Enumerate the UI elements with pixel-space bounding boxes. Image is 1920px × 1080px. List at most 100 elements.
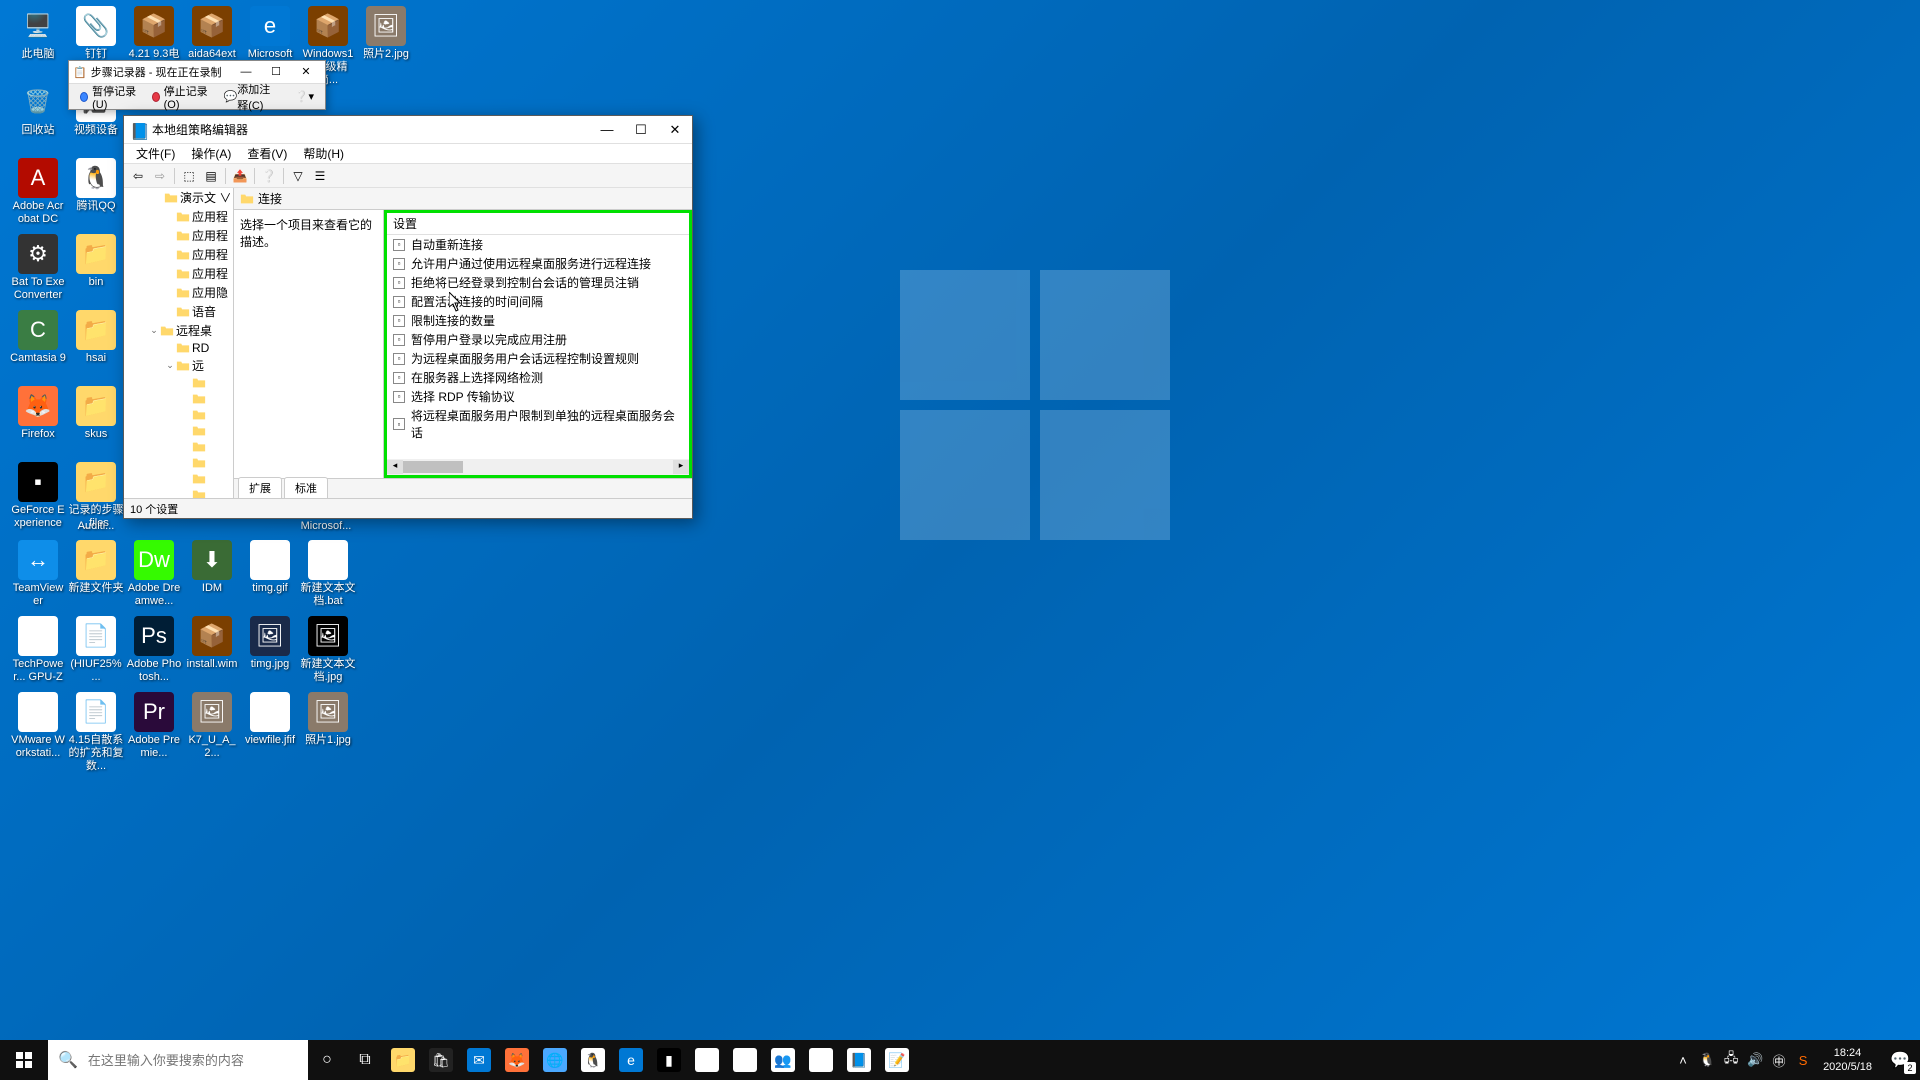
- policy-setting-item[interactable]: ▫暂停用户登录以完成应用注册: [387, 330, 689, 349]
- policy-setting-item[interactable]: ▫为远程桌面服务用户会话远程控制设置规则: [387, 349, 689, 368]
- desktop-icon[interactable]: 📄4.15自散系的扩充和复数...: [68, 692, 124, 773]
- policy-setting-item[interactable]: ▫选择 RDP 传输协议: [387, 387, 689, 406]
- desktop-icon[interactable]: ⚙Bat To Exe Converter: [10, 234, 66, 302]
- scroll-thumb[interactable]: [403, 461, 463, 473]
- desktop-icon[interactable]: 📁新建文件夹: [68, 540, 124, 595]
- desktop-icon[interactable]: PsAdobe Photosh...: [126, 616, 182, 684]
- taskbar-clock[interactable]: 18:24 2020/5/18: [1815, 1046, 1880, 1074]
- tray-volume-icon[interactable]: 🔊: [1743, 1040, 1767, 1080]
- settings-horizontal-scrollbar[interactable]: ◂ ▸: [387, 459, 689, 475]
- desktop-icon[interactable]: 🖼新建文本文档.jpg: [300, 616, 356, 684]
- tree-item[interactable]: [124, 471, 233, 487]
- taskbar-app-firefox[interactable]: 🦊: [498, 1040, 536, 1080]
- action-center-button[interactable]: 💬 2: [1880, 1040, 1920, 1080]
- tree-item[interactable]: [124, 391, 233, 407]
- tray-ime-icon[interactable]: ㊥: [1767, 1040, 1791, 1080]
- desktop-icon[interactable]: 📄(HIUF25% ...: [68, 616, 124, 684]
- menu-file[interactable]: 文件(F): [128, 143, 183, 164]
- taskbar-app-cmd[interactable]: ▮: [650, 1040, 688, 1080]
- psr-comment-button[interactable]: 💬添加注释(C): [217, 78, 288, 116]
- tray-network-icon[interactable]: 🖧: [1719, 1040, 1743, 1080]
- desktop-icon[interactable]: ⚙新建文本文档.bat: [300, 540, 356, 608]
- tree-expand-icon[interactable]: ⌄: [148, 325, 160, 336]
- desktop-icon[interactable]: CCamtasia 9: [10, 310, 66, 365]
- desktop-icon[interactable]: 📁hsai: [68, 310, 124, 365]
- tree-item[interactable]: 应用程: [124, 264, 233, 283]
- search-input[interactable]: [88, 1053, 298, 1068]
- menu-view[interactable]: 查看(V): [239, 143, 295, 164]
- tab-extended[interactable]: 扩展: [238, 477, 282, 498]
- tree-item[interactable]: [124, 407, 233, 423]
- taskbar-app-qq[interactable]: 🐧: [574, 1040, 612, 1080]
- start-button[interactable]: [0, 1040, 48, 1080]
- desktop-icon[interactable]: ↔TeamViewer: [10, 540, 66, 608]
- toolbar-filter-button[interactable]: ▽: [288, 166, 308, 186]
- policy-setting-item[interactable]: ▫在服务器上选择网络检测: [387, 368, 689, 387]
- tree-item[interactable]: [124, 439, 233, 455]
- desktop-icon[interactable]: 🖼viewfile.jfif: [242, 692, 298, 747]
- toolbar-filter-options-button[interactable]: ☰: [310, 166, 330, 186]
- tree-item[interactable]: 应用隐: [124, 283, 233, 302]
- tree-expand-icon[interactable]: ⌄: [164, 360, 176, 371]
- desktop-icon[interactable]: 🗑️回收站: [10, 82, 66, 137]
- desktop-icon[interactable]: eMicrosoft: [242, 6, 298, 61]
- tree-item[interactable]: 演示文 ∨: [124, 188, 233, 207]
- desktop-icon[interactable]: 🖼timg.gif: [242, 540, 298, 595]
- tray-qq-icon[interactable]: 🐧: [1695, 1040, 1719, 1080]
- policy-setting-item[interactable]: ▫自动重新连接: [387, 235, 689, 254]
- taskbar-search[interactable]: 🔍: [48, 1040, 308, 1080]
- desktop-icon[interactable]: ▪GeForce Experience: [10, 462, 66, 530]
- taskbar-app-browser[interactable]: 🌐: [536, 1040, 574, 1080]
- toolbar-back-button[interactable]: ⇦: [128, 166, 148, 186]
- policy-setting-item[interactable]: ▫限制连接的数量: [387, 311, 689, 330]
- desktop-icon[interactable]: 🖼照片2.jpg: [358, 6, 414, 61]
- tree-item[interactable]: 应用程: [124, 245, 233, 264]
- desktop-icon[interactable]: 📁bin: [68, 234, 124, 289]
- toolbar-help-button[interactable]: ❔: [259, 166, 279, 186]
- tree-item[interactable]: [124, 487, 233, 498]
- tree-item[interactable]: 语音: [124, 302, 233, 321]
- menu-help[interactable]: 帮助(H): [295, 143, 352, 164]
- policy-setting-item[interactable]: ▫允许用户通过使用远程桌面服务进行远程连接: [387, 254, 689, 273]
- toolbar-export-button[interactable]: 📤: [230, 166, 250, 186]
- tray-overflow-button[interactable]: ˄: [1671, 1040, 1695, 1080]
- taskbar-app-ie[interactable]: e: [802, 1040, 840, 1080]
- psr-stop-button[interactable]: 停止记录(O): [145, 80, 217, 114]
- taskbar-app-gpedit[interactable]: 📘: [840, 1040, 878, 1080]
- tree-item[interactable]: [124, 455, 233, 471]
- desktop-icon[interactable]: DwAdobe Dreamwe...: [126, 540, 182, 608]
- taskbar-app-explorer[interactable]: 📁: [384, 1040, 422, 1080]
- gpedit-close-button[interactable]: ✕: [658, 116, 692, 144]
- desktop-icon[interactable]: 📎钉钉: [68, 6, 124, 61]
- taskbar-app-edge[interactable]: e: [612, 1040, 650, 1080]
- gpedit-titlebar[interactable]: 📘 本地组策略编辑器 — ☐ ✕: [124, 116, 692, 144]
- desktop-icon[interactable]: 🖥️此电脑: [10, 6, 66, 61]
- taskbar-app-people[interactable]: 👥: [764, 1040, 802, 1080]
- policy-setting-item[interactable]: ▫配置活动连接的时间间隔: [387, 292, 689, 311]
- toolbar-show-hide-button[interactable]: ▤: [201, 166, 221, 186]
- tree-item[interactable]: ⌄远程桌: [124, 321, 233, 340]
- tree-item[interactable]: [124, 423, 233, 439]
- menu-action[interactable]: 操作(A): [183, 143, 239, 164]
- settings-panel[interactable]: 设置 ▫自动重新连接▫允许用户通过使用远程桌面服务进行远程连接▫拒绝将已经登录到…: [384, 210, 692, 478]
- desktop-icon[interactable]: 🖼照片1.jpg: [300, 692, 356, 747]
- settings-column-header[interactable]: 设置: [387, 213, 689, 235]
- gpedit-tree-panel[interactable]: 演示文 ∨应用程应用程应用程应用程应用隐语音⌄远程桌RD⌄远 ◂ ▸: [124, 188, 234, 498]
- scroll-right-arrow[interactable]: ▸: [673, 460, 689, 474]
- toolbar-up-button[interactable]: ⬚: [179, 166, 199, 186]
- taskbar-app-snip[interactable]: ✂: [726, 1040, 764, 1080]
- task-view-button[interactable]: ⧉: [346, 1040, 384, 1080]
- policy-setting-item[interactable]: ▫拒绝将已经登录到控制台会话的管理员注销: [387, 273, 689, 292]
- gpedit-minimize-button[interactable]: —: [590, 116, 624, 144]
- desktop-icon[interactable]: 📁skus: [68, 386, 124, 441]
- taskbar-app-paint[interactable]: 🖌: [688, 1040, 726, 1080]
- desktop-icon[interactable]: GTechPower... GPU-Z: [10, 616, 66, 684]
- cortana-button[interactable]: ○: [308, 1040, 346, 1080]
- toolbar-forward-button[interactable]: ⇨: [150, 166, 170, 186]
- tab-standard[interactable]: 标准: [284, 477, 328, 498]
- policy-setting-item[interactable]: ▫将远程桌面服务用户限制到单独的远程桌面服务会话: [387, 406, 689, 442]
- psr-close-button[interactable]: ✕: [291, 62, 321, 82]
- scroll-left-arrow[interactable]: ◂: [387, 460, 403, 474]
- gpedit-maximize-button[interactable]: ☐: [624, 116, 658, 144]
- tree-item[interactable]: [124, 375, 233, 391]
